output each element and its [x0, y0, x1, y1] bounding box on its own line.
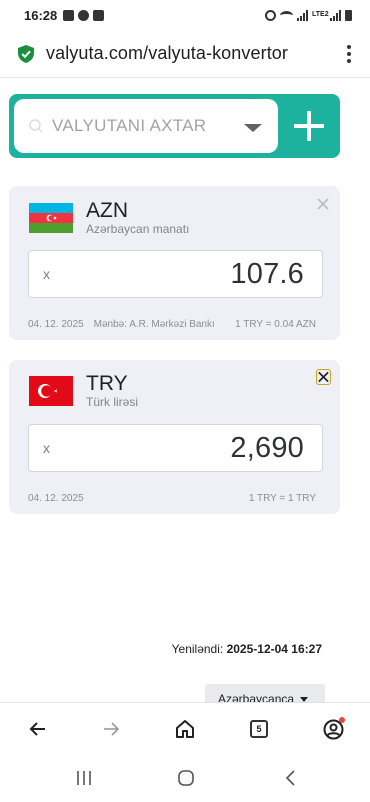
tabs-button[interactable]: 5: [247, 717, 271, 741]
home-button[interactable]: [173, 717, 197, 741]
back-button[interactable]: [26, 717, 50, 741]
checkbox-notification-icon: [93, 9, 105, 21]
last-updated: Yeniləndi: 2025-12-04 16:27: [172, 642, 322, 656]
alarm-icon: [265, 9, 276, 21]
system-back-icon[interactable]: [281, 768, 301, 788]
amount-prefix: x: [43, 266, 50, 282]
status-time: 16:28: [24, 7, 58, 23]
amount-field-azn[interactable]: x 107.6: [28, 250, 323, 298]
wifi-icon: [280, 10, 293, 20]
url-text[interactable]: valyuta.com/valyuta-konvertor: [46, 43, 288, 64]
amount-value[interactable]: 107.6: [230, 258, 304, 291]
exchange-rate: 1 TRY = 0.04 AZN: [235, 319, 316, 330]
add-currency-button[interactable]: [278, 94, 340, 158]
status-bar: 16:28 LTE2: [0, 0, 370, 30]
home-icon: [176, 720, 194, 738]
gallery-notification-icon: [63, 9, 75, 21]
system-nav-bar: [0, 754, 370, 802]
currency-search-box[interactable]: [14, 99, 278, 153]
exchange-rate: 1 TRY = 1 TRY: [248, 493, 316, 504]
currency-search-input[interactable]: [52, 116, 232, 136]
card-footer: 04. 12. 2025 1 TRY = 1 TRY: [28, 493, 316, 504]
currency-search-bar: [9, 94, 340, 158]
currency-name: Türk lirəsi: [86, 395, 139, 409]
notification-dot: [339, 717, 345, 723]
arrow-left-icon: [29, 722, 45, 736]
browser-toolbar: 5: [0, 702, 370, 754]
card-footer: 04. 12. 2025 Mənbə: A.R. Mərkəzi Bankı 1…: [28, 319, 316, 330]
address-bar[interactable]: valyuta.com/valyuta-konvertor: [0, 30, 370, 78]
screen: 16:28 LTE2 valyuta.com/valyuta-konvertor: [0, 0, 370, 802]
currency-name: Azərbaycan manatı: [86, 222, 190, 236]
tab-count: 5: [250, 720, 268, 738]
profile-button[interactable]: [321, 717, 345, 741]
secure-shield-icon: [18, 44, 34, 63]
browser-menu-icon[interactable]: [346, 44, 352, 63]
forward-button[interactable]: [99, 717, 123, 741]
status-icons: LTE2: [265, 9, 352, 21]
remove-currency-icon[interactable]: [316, 369, 331, 385]
amount-prefix: x: [43, 440, 50, 456]
language-select[interactable]: Azərbaycanca: [205, 684, 325, 704]
updated-label: Yeniləndi:: [171, 642, 224, 656]
rate-date: 04. 12. 2025: [28, 493, 84, 504]
network-label: LTE2: [312, 11, 329, 18]
signal-icon-2: [330, 9, 341, 21]
azerbaijan-flag-icon: [29, 203, 73, 233]
dropdown-caret-icon[interactable]: [244, 124, 262, 132]
updated-value: 2025-12-04 16:27: [226, 642, 322, 656]
currency-card-azn: AZN Azərbaycan manatı x 107.6 04. 12. 20…: [9, 186, 340, 340]
amount-field-try[interactable]: x 2,690: [28, 424, 323, 472]
arrow-right-icon: [104, 722, 120, 736]
currency-code: AZN: [86, 199, 128, 222]
plus-icon: [294, 111, 324, 141]
search-icon: [29, 119, 43, 133]
recent-apps-icon[interactable]: [74, 768, 94, 788]
system-home-icon[interactable]: [176, 768, 196, 788]
rate-source: Mənbə: A.R. Mərkəzi Bankı: [93, 319, 215, 330]
battery-icon: [345, 9, 352, 21]
currency-code: TRY: [86, 372, 128, 395]
remove-currency-icon[interactable]: [316, 197, 330, 211]
flower-notification-icon: [78, 9, 90, 21]
signal-icon: [297, 9, 308, 21]
rate-date: 04. 12. 2025: [28, 319, 84, 330]
amount-value[interactable]: 2,690: [230, 432, 304, 465]
currency-card-try: TRY Türk lirəsi x 2,690 04. 12. 2025 1 T…: [9, 360, 340, 514]
turkey-flag-icon: [29, 376, 73, 406]
